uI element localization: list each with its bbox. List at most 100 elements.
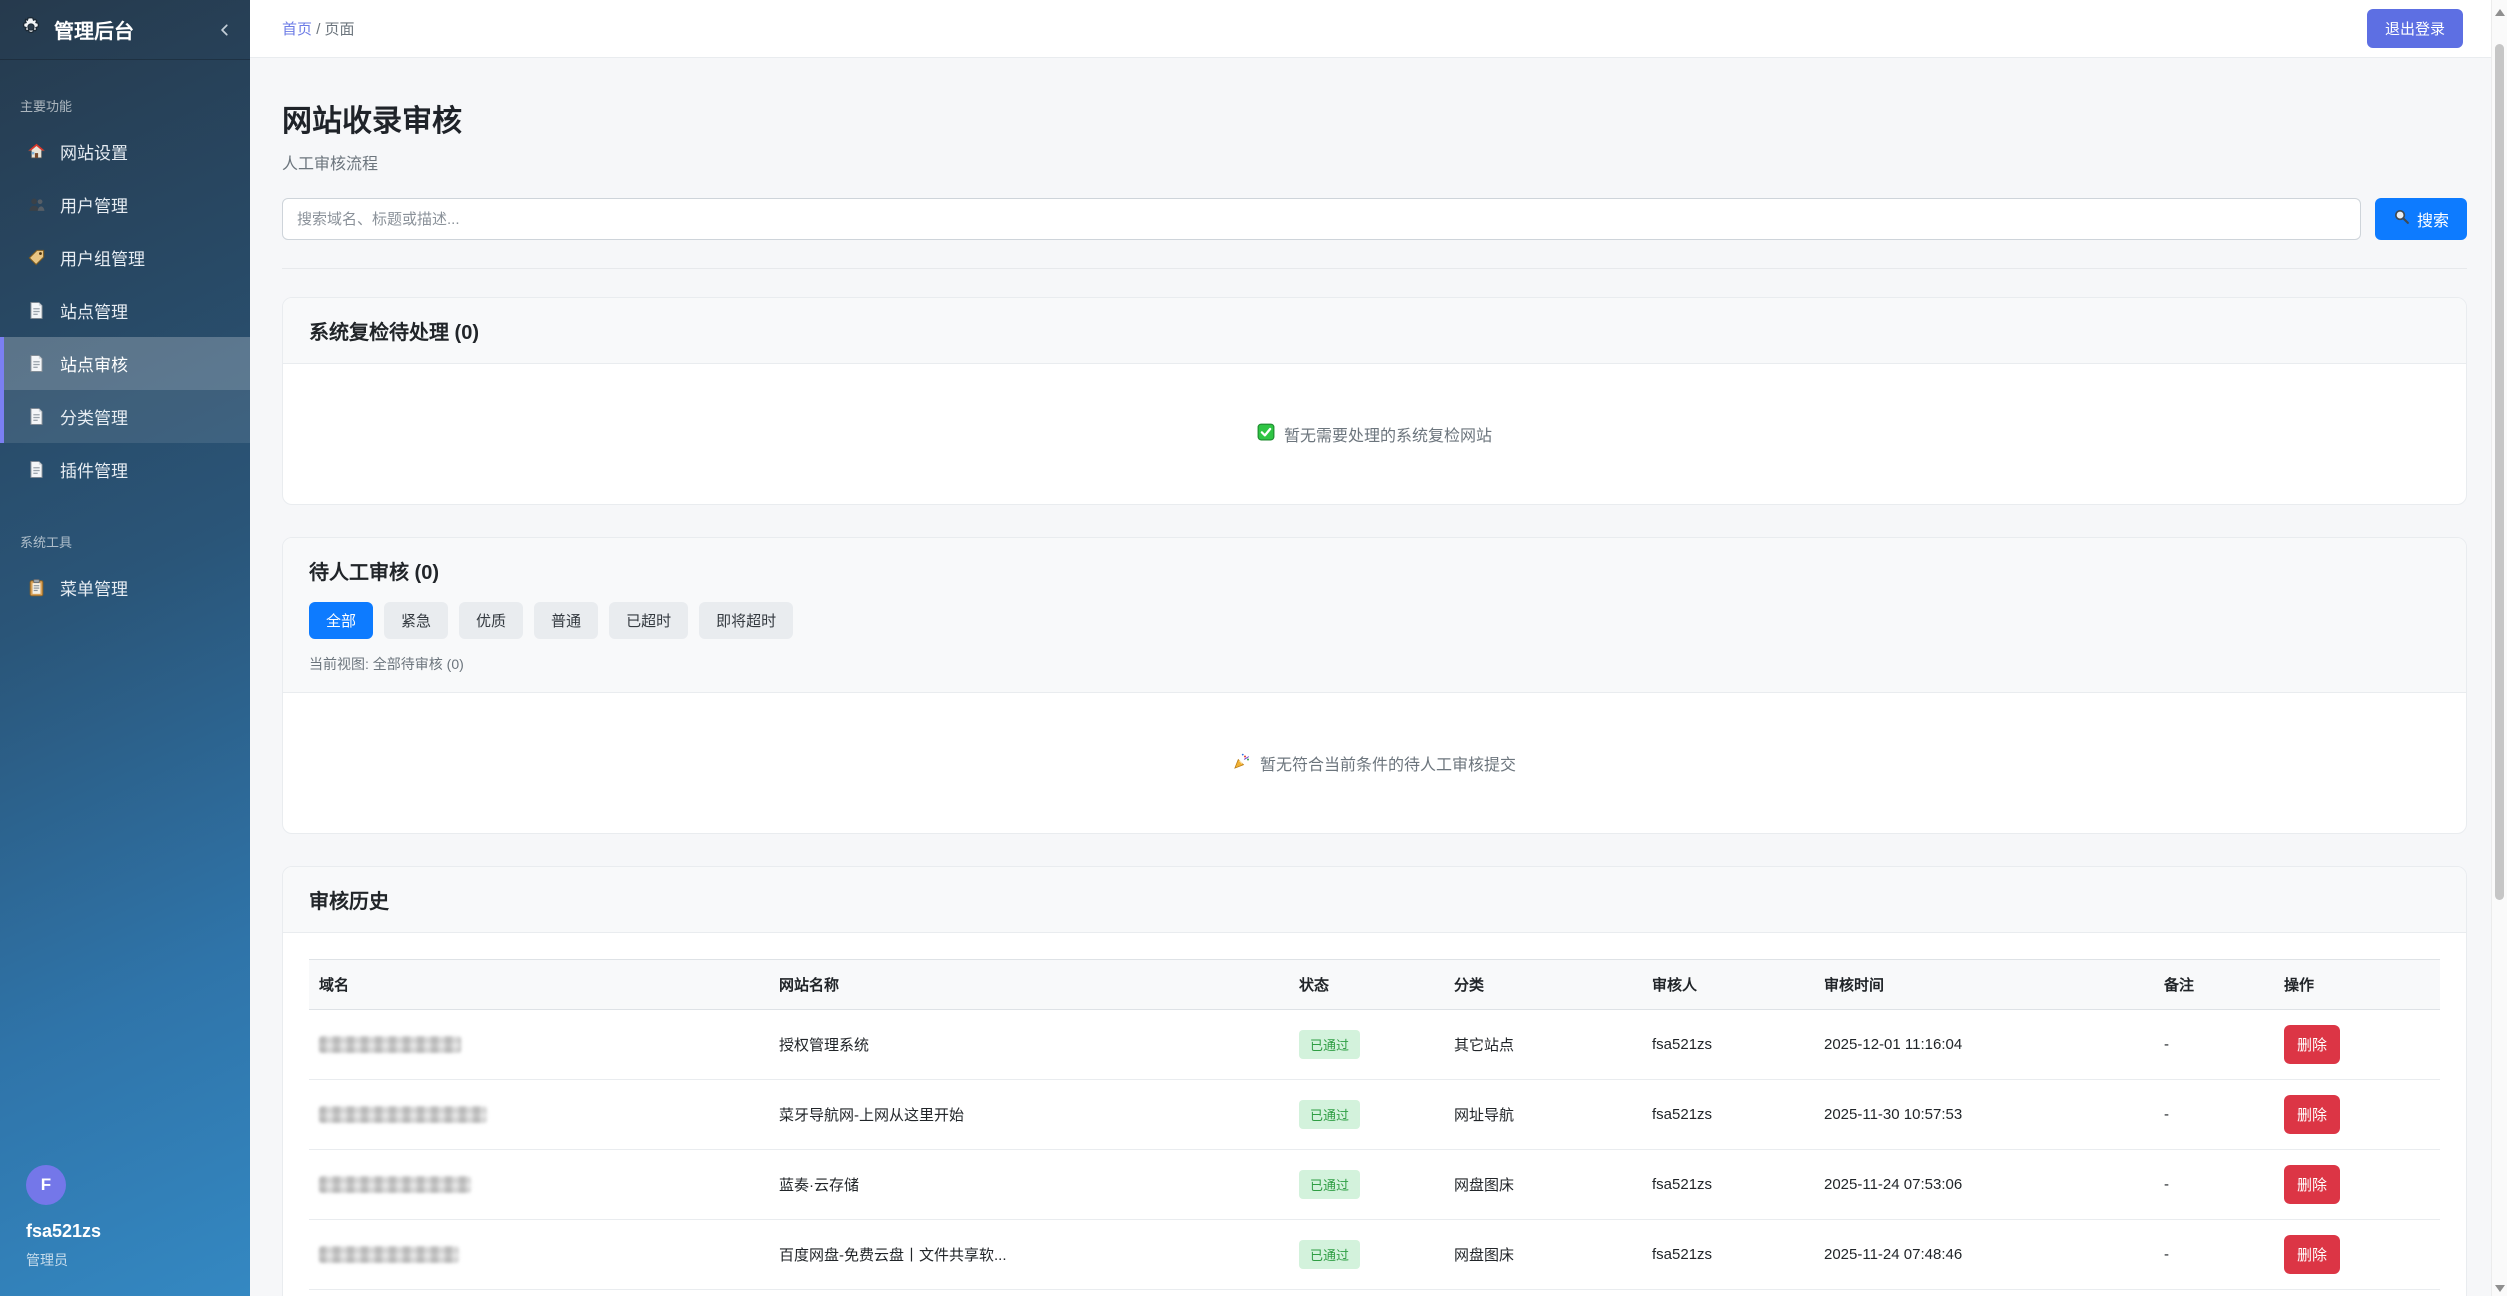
filter-overdue[interactable]: 已超时 <box>609 602 688 639</box>
reviewer: fsa521zs <box>1642 1080 1814 1150</box>
search-icon <box>2393 208 2410 230</box>
avatar: F <box>26 1165 66 1205</box>
sidebar-section-label: 主要功能 <box>0 96 250 115</box>
review-time: 2025-11-21 06:27:08 <box>1814 1290 2154 1296</box>
table-row: 蓝奏·云存储 已通过 网盘图床 fsa521zs 2025-11-24 07:5… <box>309 1150 2440 1220</box>
clipboard-icon <box>26 578 46 598</box>
site-name: 唯安博客 - 汇聚众多技术爱好... <box>769 1290 1289 1296</box>
pending-card-header: 待人工审核 (0) 全部 紧急 优质 普通 已超时 即将超时 当前视图: 全部待… <box>283 538 2466 693</box>
history-card-title: 审核历史 <box>309 891 389 913</box>
sidebar-item-site-management[interactable]: 站点管理 <box>0 284 250 337</box>
redacted-domain <box>319 1246 459 1263</box>
col-review-time: 审核时间 <box>1814 960 2154 1010</box>
app-root: 管理后台 主要功能 网站设置 用户管理 用户组管理 <box>0 0 2507 1296</box>
status-badge: 已通过 <box>1299 1240 1360 1269</box>
table-header-row: 域名 网站名称 状态 分类 审核人 审核时间 备注 操作 <box>309 960 2440 1010</box>
recheck-empty-message: 暂无需要处理的系统复检网站 <box>1284 422 1492 446</box>
search-input[interactable] <box>282 198 2361 240</box>
document-icon <box>26 460 46 480</box>
reviewer: fsa521zs <box>1642 1010 1814 1080</box>
breadcrumb-home-link[interactable]: 首页 <box>282 21 312 38</box>
sidebar-item-label: 站点审核 <box>60 351 128 376</box>
note: - <box>2154 1220 2274 1290</box>
document-icon <box>26 301 46 321</box>
sidebar-item-user-group-management[interactable]: 用户组管理 <box>0 231 250 284</box>
history-card-header: 审核历史 <box>283 867 2466 933</box>
recheck-card: 系统复检待处理 (0) 暂无需要处理的系统复检网站 <box>282 297 2467 505</box>
category: 网盘图床 <box>1444 1150 1642 1220</box>
page-content: 网站收录审核 人工审核流程 搜索 系统复检待处理 (0) <box>250 58 2491 1296</box>
delete-button[interactable]: 删除 <box>2284 1165 2340 1204</box>
document-icon <box>26 354 46 374</box>
search-button-label: 搜索 <box>2417 207 2449 231</box>
filter-urgent[interactable]: 紧急 <box>384 602 448 639</box>
filter-normal[interactable]: 普通 <box>534 602 598 639</box>
table-row: 唯安博客 - 汇聚众多技术爱好... 已通过 论坛博客 fsa521zs 202… <box>309 1290 2440 1296</box>
review-time: 2025-11-24 07:53:06 <box>1814 1150 2154 1220</box>
sidebar-item-label: 站点管理 <box>60 298 128 323</box>
redacted-domain <box>319 1176 471 1193</box>
status-badge: 已通过 <box>1299 1170 1360 1199</box>
pending-card: 待人工审核 (0) 全部 紧急 优质 普通 已超时 即将超时 当前视图: 全部待… <box>282 537 2467 834</box>
recheck-card-title: 系统复检待处理 (0) <box>309 322 479 344</box>
filter-pills: 全部 紧急 优质 普通 已超时 即将超时 <box>309 602 2440 639</box>
redacted-domain <box>319 1106 487 1123</box>
category: 论坛博客 <box>1444 1290 1642 1296</box>
sidebar-item-site-settings[interactable]: 网站设置 <box>0 125 250 178</box>
site-name: 菜牙导航网-上网从这里开始 <box>769 1080 1289 1150</box>
reviewer: fsa521zs <box>1642 1220 1814 1290</box>
sidebar-item-category-management[interactable]: 分类管理 <box>0 390 250 443</box>
scrollbar-thumb[interactable] <box>2495 44 2504 900</box>
scrollbar[interactable] <box>2491 0 2507 1296</box>
col-site-name: 网站名称 <box>769 960 1289 1010</box>
sidebar-item-user-management[interactable]: 用户管理 <box>0 178 250 231</box>
scrollbar-down-arrow-icon[interactable] <box>2495 1285 2505 1292</box>
recheck-empty-state: 暂无需要处理的系统复检网站 <box>283 364 2466 504</box>
pending-empty-state: 暂无符合当前条件的待人工审核提交 <box>283 693 2466 833</box>
document-icon <box>26 407 46 427</box>
sidebar-section-label: 系统工具 <box>0 532 250 551</box>
note: - <box>2154 1290 2274 1296</box>
scrollbar-up-arrow-icon[interactable] <box>2495 9 2505 16</box>
breadcrumb-separator: / <box>316 21 320 38</box>
col-category: 分类 <box>1444 960 1642 1010</box>
sidebar-item-menu-management[interactable]: 菜单管理 <box>0 561 250 614</box>
category: 其它站点 <box>1444 1010 1642 1080</box>
search-button[interactable]: 搜索 <box>2375 198 2467 240</box>
category: 网址导航 <box>1444 1080 1642 1150</box>
sidebar-item-plugin-management[interactable]: 插件管理 <box>0 443 250 496</box>
page-title: 网站收录审核 <box>282 96 2467 140</box>
col-status: 状态 <box>1289 960 1444 1010</box>
col-actions: 操作 <box>2274 960 2440 1010</box>
note: - <box>2154 1080 2274 1150</box>
search-row: 搜索 <box>282 198 2467 240</box>
house-icon <box>26 142 46 162</box>
sidebar-item-site-audit[interactable]: 站点审核 <box>0 337 250 390</box>
delete-button[interactable]: 删除 <box>2284 1235 2340 1274</box>
col-domain: 域名 <box>309 960 769 1010</box>
sidebar-item-label: 用户组管理 <box>60 245 145 270</box>
pending-card-title: 待人工审核 (0) <box>309 562 439 584</box>
sidebar-item-label: 插件管理 <box>60 457 128 482</box>
sidebar-collapse-button[interactable] <box>218 23 232 37</box>
table-row: 菜牙导航网-上网从这里开始 已通过 网址导航 fsa521zs 2025-11-… <box>309 1080 2440 1150</box>
gear-icon <box>20 16 42 43</box>
review-time: 2025-11-24 07:48:46 <box>1814 1220 2154 1290</box>
main-area: 首页 / 页面 退出登录 网站收录审核 人工审核流程 搜索 <box>250 0 2491 1296</box>
filter-quality[interactable]: 优质 <box>459 602 523 639</box>
delete-button[interactable]: 删除 <box>2284 1095 2340 1134</box>
col-note: 备注 <box>2154 960 2274 1010</box>
delete-button[interactable]: 删除 <box>2284 1025 2340 1064</box>
current-view-hint: 当前视图: 全部待审核 (0) <box>309 654 2440 674</box>
topbar: 首页 / 页面 退出登录 <box>250 0 2491 58</box>
filter-all[interactable]: 全部 <box>309 602 373 639</box>
user-name: fsa521zs <box>26 1221 250 1242</box>
divider <box>282 268 2467 269</box>
sidebar: 管理后台 主要功能 网站设置 用户管理 用户组管理 <box>0 0 250 1296</box>
logout-button[interactable]: 退出登录 <box>2367 9 2463 48</box>
sidebar-item-label: 用户管理 <box>60 192 128 217</box>
table-row: 百度网盘-免费云盘丨文件共享软... 已通过 网盘图床 fsa521zs 202… <box>309 1220 2440 1290</box>
filter-almost-overdue[interactable]: 即将超时 <box>699 602 793 639</box>
history-table: 域名 网站名称 状态 分类 审核人 审核时间 备注 操作 <box>309 959 2440 1296</box>
review-time: 2025-11-30 10:57:53 <box>1814 1080 2154 1150</box>
